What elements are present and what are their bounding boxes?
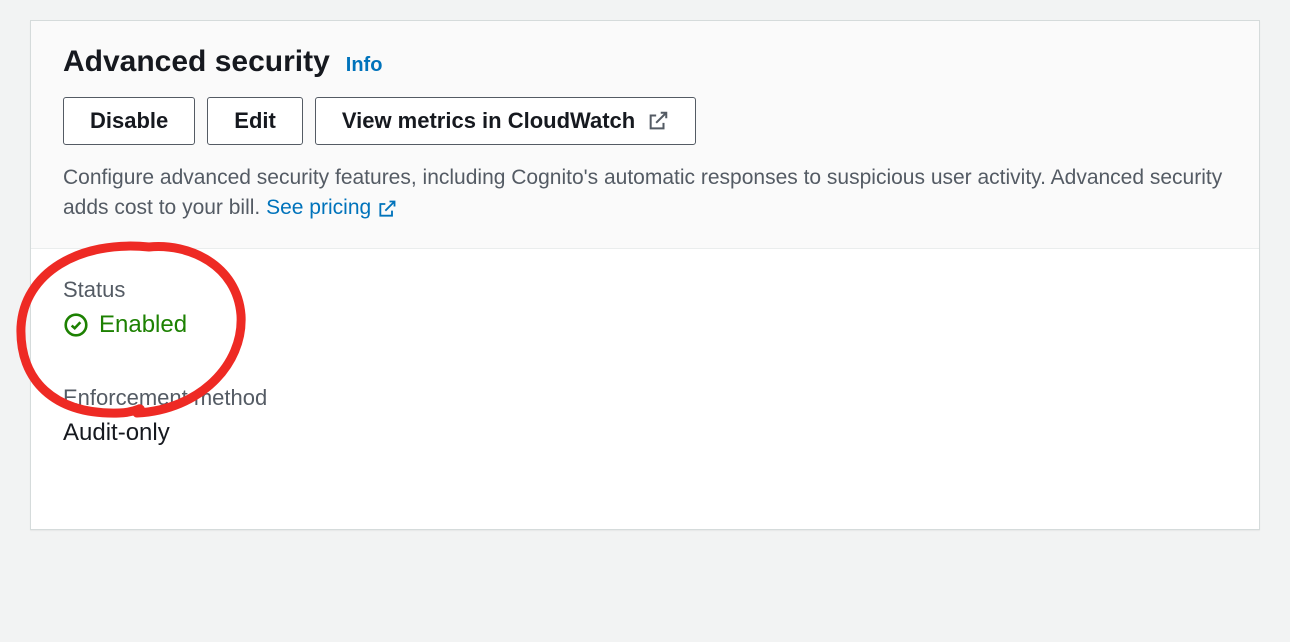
pricing-link-label: See pricing — [266, 193, 371, 223]
advanced-security-panel: Advanced security Info Disable Edit View… — [30, 20, 1260, 530]
external-link-icon — [647, 110, 669, 132]
disable-button-label: Disable — [90, 108, 168, 134]
status-value: Enabled — [63, 311, 187, 339]
status-label: Status — [63, 277, 1227, 303]
enforcement-field: Enforcement method Audit-only — [63, 385, 1227, 447]
edit-button[interactable]: Edit — [207, 97, 303, 145]
panel-description: Configure advanced security features, in… — [63, 163, 1227, 224]
see-pricing-link[interactable]: See pricing — [266, 193, 397, 223]
panel-title: Advanced security — [63, 45, 330, 79]
enforcement-value: Audit-only — [63, 419, 1227, 447]
panel-header: Advanced security Info Disable Edit View… — [31, 21, 1259, 249]
info-link[interactable]: Info — [346, 54, 383, 77]
button-row: Disable Edit View metrics in CloudWatch — [63, 97, 1227, 145]
status-field: Status Enabled — [63, 277, 1227, 343]
view-metrics-label: View metrics in CloudWatch — [342, 108, 635, 134]
title-row: Advanced security Info — [63, 45, 1227, 79]
panel-body: Status Enabled Enforcement method Audit-… — [31, 249, 1259, 529]
edit-button-label: Edit — [234, 108, 276, 134]
status-text: Enabled — [99, 311, 187, 339]
enforcement-label: Enforcement method — [63, 385, 1227, 411]
view-metrics-button[interactable]: View metrics in CloudWatch — [315, 97, 696, 145]
disable-button[interactable]: Disable — [63, 97, 195, 145]
check-circle-icon — [63, 312, 89, 338]
description-text: Configure advanced security features, in… — [63, 166, 1222, 219]
external-link-icon — [377, 199, 397, 219]
